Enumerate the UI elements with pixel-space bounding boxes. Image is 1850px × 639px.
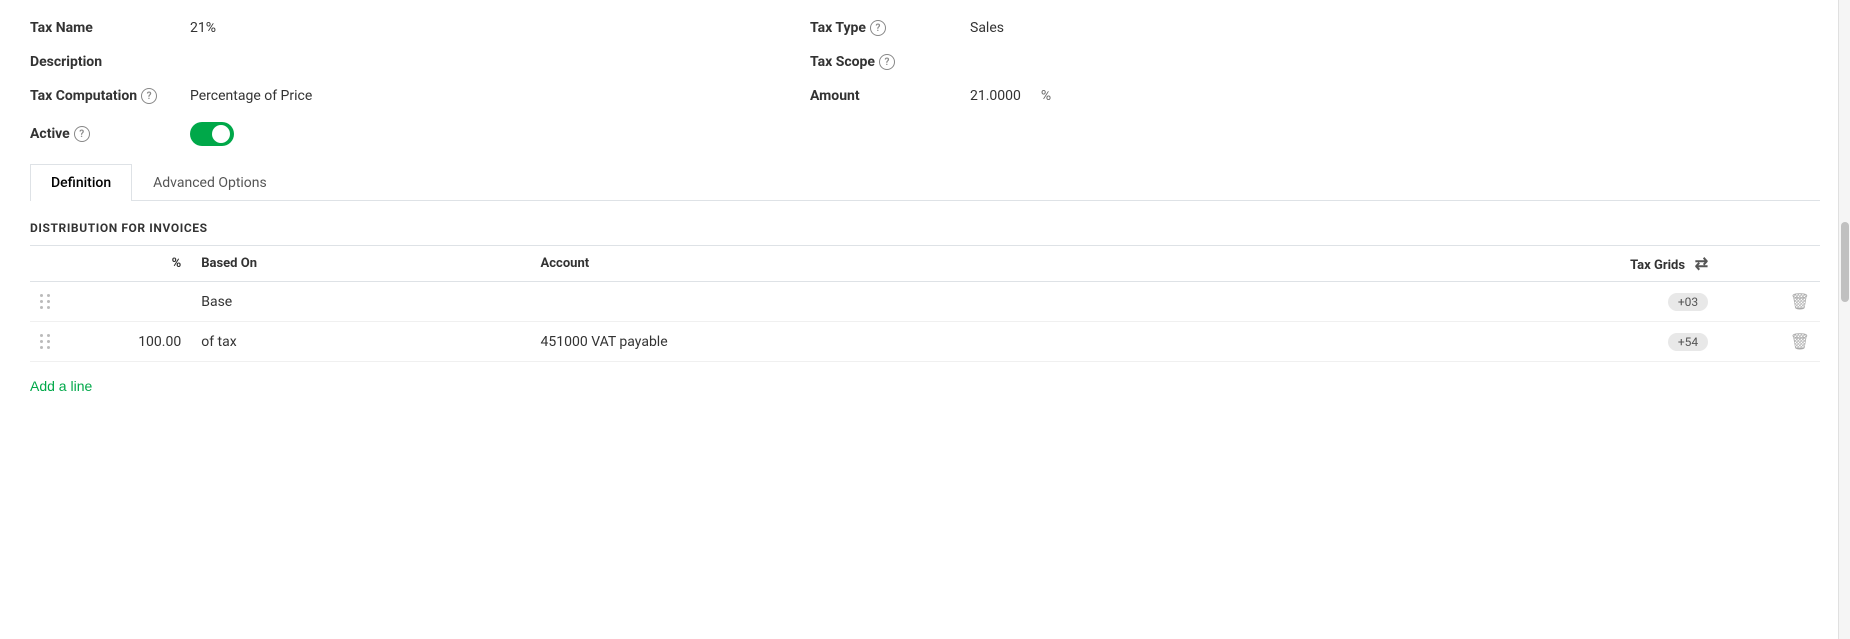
active-toggle[interactable]	[190, 122, 234, 146]
table-row: Base +03 🗑	[30, 282, 1820, 322]
taxgrids-settings-icon[interactable]: ⇄	[1695, 254, 1708, 273]
description-label: Description	[30, 54, 190, 70]
tab-advanced-options[interactable]: Advanced Options	[132, 164, 288, 201]
tax-type-field: Tax Type ? Sales	[810, 20, 1820, 36]
amount-value: 21.0000	[970, 88, 1021, 104]
row2-basedon: of tax	[191, 322, 530, 362]
tabs-container: Definition Advanced Options	[30, 164, 1820, 201]
drag-handle-1[interactable]	[30, 282, 84, 322]
tax-computation-label: Tax Computation ?	[30, 88, 190, 104]
row1-taxgrids: +03	[1040, 282, 1719, 322]
form-row-2: Description Tax Scope ?	[30, 54, 1820, 70]
tab-definition[interactable]: Definition	[30, 164, 132, 201]
table-section: DISTRIBUTION FOR INVOICES % Based On Acc…	[0, 201, 1850, 422]
active-field: Active ?	[30, 122, 810, 146]
row1-delete-icon[interactable]: 🗑	[1790, 292, 1810, 311]
row2-taxgrids: +54	[1040, 322, 1719, 362]
form-row-3: Tax Computation ? Percentage of Price Am…	[30, 88, 1820, 104]
col-header-actions	[1718, 246, 1820, 282]
tax-computation-value: Percentage of Price	[190, 88, 312, 104]
tax-name-label: Tax Name	[30, 20, 190, 36]
active-label: Active ?	[30, 126, 190, 142]
distribution-table: % Based On Account Tax Grids ⇄	[30, 245, 1820, 362]
row2-account: 451000 VAT payable	[531, 322, 1040, 362]
tax-scope-field: Tax Scope ?	[810, 54, 1820, 70]
amount-row: 21.0000 %	[970, 88, 1051, 104]
tax-type-help-icon[interactable]: ?	[870, 20, 886, 36]
tax-scope-help-icon[interactable]: ?	[879, 54, 895, 70]
tax-computation-help-icon[interactable]: ?	[141, 88, 157, 104]
tax-scope-label: Tax Scope ?	[810, 54, 970, 70]
drag-handle-2[interactable]	[30, 322, 84, 362]
scrollbar-thumb[interactable]	[1841, 222, 1849, 302]
col-header-account: Account	[531, 246, 1040, 282]
row2-percent: 100.00	[84, 322, 191, 362]
row2-actions: 🗑	[1718, 322, 1820, 362]
table-header-row: % Based On Account Tax Grids ⇄	[30, 246, 1820, 282]
row2-delete-icon[interactable]: 🗑	[1790, 332, 1810, 351]
row2-taxgrid-badge[interactable]: +54	[1668, 333, 1708, 351]
tax-name-value: 21%	[190, 20, 216, 36]
form-row-4: Active ?	[30, 122, 1820, 146]
row1-percent	[84, 282, 191, 322]
tax-type-value: Sales	[970, 20, 1004, 36]
col-header-percent: %	[84, 246, 191, 282]
section-title: DISTRIBUTION FOR INVOICES	[30, 221, 1820, 235]
form-container: Tax Name 21% Tax Type ? Sales Descriptio…	[0, 0, 1850, 201]
row1-account	[531, 282, 1040, 322]
col-header-taxgrids: Tax Grids ⇄	[1040, 246, 1719, 282]
description-field: Description	[30, 54, 810, 70]
add-line-button[interactable]: Add a line	[30, 370, 92, 402]
amount-label: Amount	[810, 88, 970, 104]
tax-name-field: Tax Name 21%	[30, 20, 810, 36]
row1-basedon: Base	[191, 282, 530, 322]
table-row: 100.00 of tax 451000 VAT payable +54 🗑	[30, 322, 1820, 362]
add-line-container: Add a line	[30, 370, 1820, 402]
row1-taxgrid-badge[interactable]: +03	[1668, 293, 1708, 311]
tax-computation-field: Tax Computation ? Percentage of Price	[30, 88, 810, 104]
amount-field: Amount 21.0000 %	[810, 88, 1820, 104]
active-help-icon[interactable]: ?	[74, 126, 90, 142]
tax-type-label: Tax Type ?	[810, 20, 970, 36]
row1-actions: 🗑	[1718, 282, 1820, 322]
form-row-1: Tax Name 21% Tax Type ? Sales	[30, 20, 1820, 36]
amount-unit: %	[1041, 88, 1051, 104]
scrollbar[interactable]	[1838, 0, 1850, 639]
col-header-drag	[30, 246, 84, 282]
col-header-basedon: Based On	[191, 246, 530, 282]
